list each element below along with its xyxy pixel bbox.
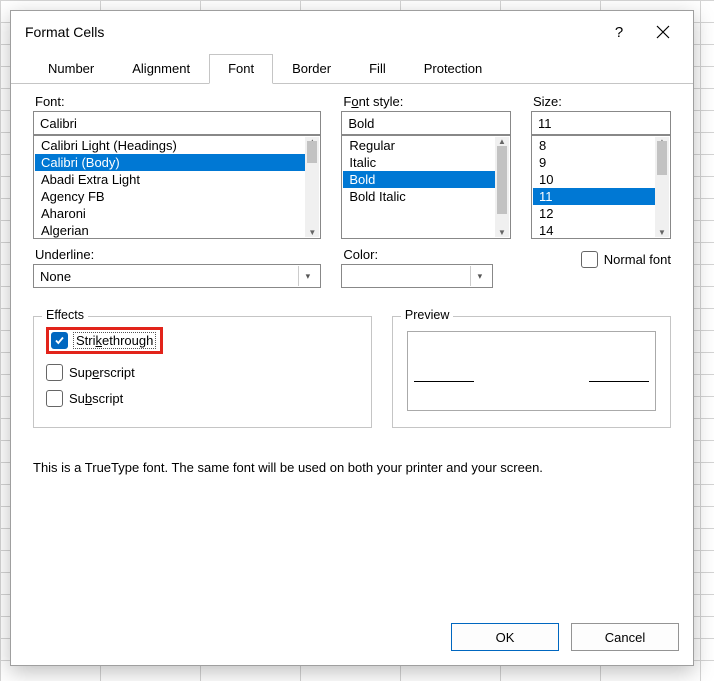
preview-group-label: Preview (401, 308, 453, 322)
tab-number[interactable]: Number (29, 54, 113, 84)
subscript-checkbox[interactable]: Subscript (46, 386, 359, 410)
font-style-listbox[interactable]: Regular Italic Bold Bold Italic ▲ ▼ (341, 135, 511, 239)
normal-font-label: Normal font (604, 252, 671, 267)
titlebar: Format Cells ? (11, 11, 693, 53)
dialog-footer: OK Cancel (11, 609, 693, 665)
scrollbar[interactable]: ▲ ▼ (495, 137, 509, 237)
tab-border[interactable]: Border (273, 54, 350, 84)
font-input[interactable] (33, 111, 321, 135)
font-style-label: Font style: (341, 94, 511, 111)
tab-protection[interactable]: Protection (405, 54, 502, 84)
font-listbox[interactable]: Calibri Light (Headings) Calibri (Body) … (33, 135, 321, 239)
scroll-down-icon[interactable]: ▼ (658, 228, 666, 237)
color-label: Color: (341, 247, 511, 264)
strikethrough-label: Strikethrough (73, 332, 156, 349)
checkbox-icon (581, 251, 598, 268)
checkbox-icon (46, 364, 63, 381)
scroll-up-icon[interactable]: ▲ (498, 137, 506, 146)
list-item[interactable]: 10 (533, 171, 669, 188)
list-item[interactable]: Aharoni (35, 205, 319, 222)
scroll-thumb[interactable] (307, 141, 317, 163)
superscript-label: Superscript (69, 365, 135, 380)
strikethrough-checkbox[interactable] (51, 332, 68, 349)
list-item[interactable]: Abadi Extra Light (35, 171, 319, 188)
list-item[interactable]: Calibri Light (Headings) (35, 137, 319, 154)
scrollbar[interactable]: ▲ ▼ (305, 137, 319, 237)
list-item[interactable]: 12 (533, 205, 669, 222)
subscript-label: Subscript (69, 391, 123, 406)
size-input[interactable] (531, 111, 671, 135)
preview-box (407, 331, 656, 411)
list-item[interactable]: 8 (533, 137, 669, 154)
strikethrough-highlight: Strikethrough (46, 327, 163, 354)
tab-alignment[interactable]: Alignment (113, 54, 209, 84)
scrollbar[interactable]: ▲ ▼ (655, 137, 669, 237)
size-listbox[interactable]: 8 9 10 11 12 14 ▲ ▼ (531, 135, 671, 239)
list-item[interactable]: Calibri (Body) (35, 154, 319, 171)
preview-group: Preview (392, 316, 671, 428)
scroll-thumb[interactable] (497, 146, 507, 214)
close-button[interactable] (641, 17, 685, 47)
underline-label: Underline: (33, 247, 321, 264)
font-style-input[interactable] (341, 111, 511, 135)
effects-group: Effects Strikethrough Superscript Subscr… (33, 316, 372, 428)
underline-combo[interactable]: None ▾ (33, 264, 321, 288)
list-item[interactable]: Bold Italic (343, 188, 509, 205)
superscript-checkbox[interactable]: Superscript (46, 360, 359, 384)
list-item[interactable]: Agency FB (35, 188, 319, 205)
list-item[interactable]: 11 (533, 188, 669, 205)
list-item[interactable]: 14 (533, 222, 669, 239)
cancel-button[interactable]: Cancel (571, 623, 679, 651)
scroll-down-icon[interactable]: ▼ (498, 228, 506, 237)
list-item[interactable]: Regular (343, 137, 509, 154)
help-button[interactable]: ? (597, 17, 641, 47)
dialog-title: Format Cells (25, 24, 597, 40)
size-label: Size: (531, 94, 671, 111)
normal-font-checkbox[interactable]: Normal font (581, 247, 671, 271)
color-combo[interactable]: ▾ (341, 264, 493, 288)
tab-fill[interactable]: Fill (350, 54, 405, 84)
scroll-down-icon[interactable]: ▼ (308, 228, 316, 237)
list-item[interactable]: Bold (343, 171, 509, 188)
ok-button[interactable]: OK (451, 623, 559, 651)
chevron-down-icon[interactable]: ▾ (470, 266, 488, 286)
list-item[interactable]: Italic (343, 154, 509, 171)
list-item[interactable]: 9 (533, 154, 669, 171)
effects-group-label: Effects (42, 308, 88, 322)
list-item[interactable]: Algerian (35, 222, 319, 239)
chevron-down-icon[interactable]: ▾ (298, 266, 316, 286)
tab-font[interactable]: Font (209, 54, 273, 84)
format-cells-dialog: Format Cells ? Number Alignment Font Bor… (10, 10, 694, 666)
underline-value: None (40, 269, 298, 284)
font-label: Font: (33, 94, 321, 111)
tabstrip: Number Alignment Font Border Fill Protec… (11, 53, 693, 84)
checkbox-icon (46, 390, 63, 407)
scroll-thumb[interactable] (657, 141, 667, 175)
info-text: This is a TrueType font. The same font w… (33, 460, 671, 475)
